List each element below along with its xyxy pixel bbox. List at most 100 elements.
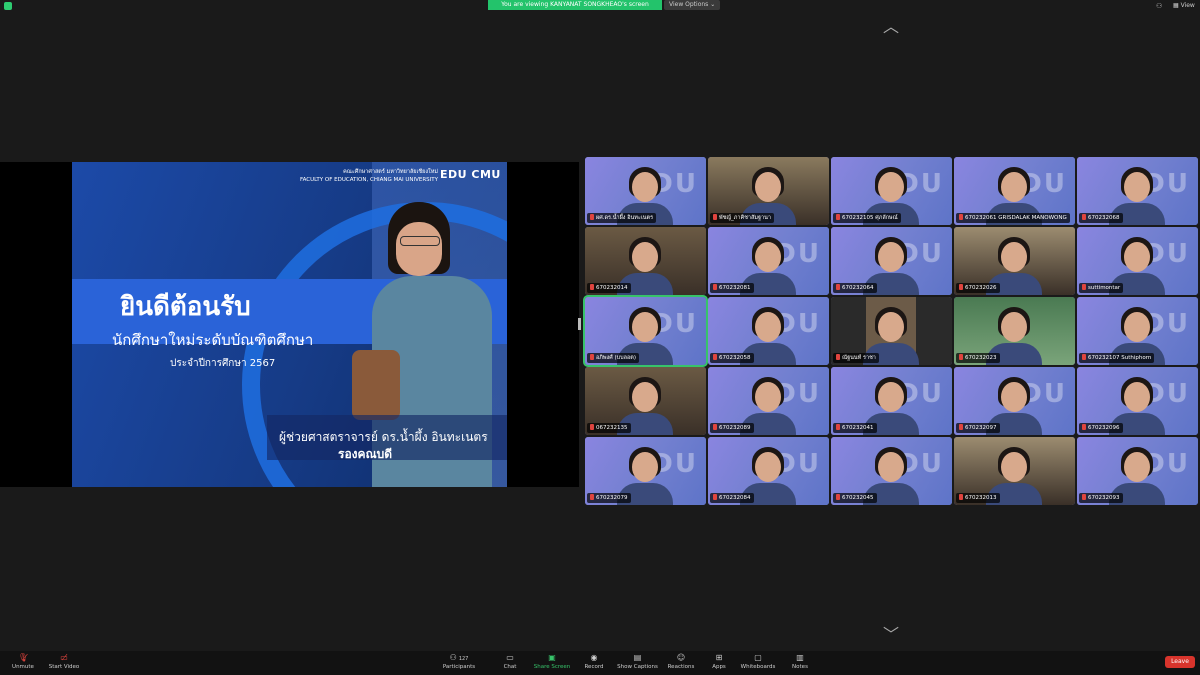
participant-name-label: 067232135 bbox=[587, 423, 631, 433]
participant-tile[interactable]: 067232135 bbox=[585, 367, 706, 435]
participant-name-label: 670232096 bbox=[1079, 423, 1123, 433]
unmute-button[interactable]: 🎙︎̸ Unmute bbox=[8, 653, 38, 671]
participant-tile[interactable]: 670232026 bbox=[954, 227, 1075, 295]
share-screen-label: Share Screen bbox=[533, 664, 571, 670]
apps-label: Apps bbox=[712, 664, 726, 670]
participant-name: 670232089 bbox=[719, 425, 751, 431]
muted-mic-icon bbox=[1082, 214, 1086, 220]
participant-tile[interactable]: EDU 670232107 Suthiphorn bbox=[1077, 297, 1198, 365]
split-divider-handle[interactable] bbox=[578, 318, 581, 330]
participant-name-label: 670232105 ศุภลักษณ์ bbox=[833, 213, 901, 223]
participant-name: 670232093 bbox=[1088, 495, 1120, 501]
participant-tile[interactable]: EDU 670232068 bbox=[1077, 157, 1198, 225]
whiteboard-icon: ▢ bbox=[754, 653, 762, 662]
muted-mic-icon bbox=[836, 284, 840, 290]
record-button[interactable]: ◉ Record bbox=[580, 653, 608, 671]
participant-name-label: 670232064 bbox=[833, 283, 877, 293]
participant-tile[interactable]: EDU 670232089 bbox=[708, 367, 829, 435]
participant-tile[interactable]: EDU 670232105 ศุภลักษณ์ bbox=[831, 157, 952, 225]
participant-name: ณัฐนนท์ ราชา bbox=[842, 355, 876, 361]
participant-name: 670232023 bbox=[965, 355, 997, 361]
video-off-icon: ▭̸ bbox=[60, 653, 68, 662]
grid-icon: ▦ bbox=[1173, 2, 1179, 9]
captions-icon: ▤ bbox=[633, 653, 642, 662]
muted-mic-icon bbox=[836, 494, 840, 500]
participant-tile[interactable]: EDU 670232096 bbox=[1077, 367, 1198, 435]
apps-icon: ⊞ bbox=[715, 653, 723, 662]
chevron-up-icon[interactable]: ︿ bbox=[883, 19, 899, 35]
muted-mic-icon bbox=[1082, 424, 1086, 430]
share-screen-button[interactable]: ▣ Share Screen bbox=[532, 653, 572, 671]
participant-name-label: 670232081 bbox=[710, 283, 754, 293]
chevron-down-icon: ⌄ bbox=[710, 1, 716, 8]
apps-button[interactable]: ⊞ Apps bbox=[708, 653, 730, 671]
participant-tile[interactable]: 670232014 bbox=[585, 227, 706, 295]
participant-name-label: 670232068 bbox=[1079, 213, 1123, 223]
participant-name-label: 670232079 bbox=[587, 493, 631, 503]
muted-mic-icon bbox=[713, 354, 717, 360]
show-captions-button[interactable]: ▤ Show Captions bbox=[615, 653, 660, 671]
muted-mic-icon bbox=[590, 354, 594, 360]
participant-name-label: ณัฐนนท์ ราชา bbox=[833, 353, 879, 363]
edu-cmu-logo: EDU CMU bbox=[440, 168, 501, 181]
participant-name-label: 670232058 bbox=[710, 353, 754, 363]
security-shield-icon[interactable] bbox=[4, 2, 12, 10]
participant-name: 670232061 GRISDALAK MANOWONG bbox=[965, 215, 1067, 221]
chevron-down-icon[interactable]: ﹀ bbox=[883, 627, 899, 643]
record-label: Record bbox=[584, 664, 604, 670]
muted-mic-icon bbox=[959, 214, 963, 220]
show-captions-label: Show Captions bbox=[617, 664, 658, 670]
screen-share-banner: You are viewing KANYANAT SONGKHEAO's scr… bbox=[488, 0, 662, 10]
participant-tile[interactable]: EDU 670232093 bbox=[1077, 437, 1198, 505]
participant-tile[interactable]: EDU 670232045 bbox=[831, 437, 952, 505]
speaker-role: รองคณบดี bbox=[338, 447, 393, 461]
participant-name-label: ผศ.ดร.น้ำผึ้ง อินทะเนตร bbox=[587, 213, 657, 223]
participant-tile[interactable]: EDU ผศ.ดร.น้ำผึ้ง อินทะเนตร bbox=[585, 157, 706, 225]
welcome-subtitle: นักศึกษาใหม่ระดับบัณฑิตศึกษา bbox=[112, 331, 314, 349]
participants-button[interactable]: ⚇ 127 Participants bbox=[440, 653, 478, 671]
participant-icon[interactable]: ⚇ bbox=[1156, 2, 1164, 10]
participant-tile[interactable]: EDU อภิพงศ์ (บบลอต) bbox=[583, 295, 708, 367]
participant-tile[interactable]: EDU 670232084 bbox=[708, 437, 829, 505]
participant-name-label: 670232084 bbox=[710, 493, 754, 503]
participant-tile[interactable]: EDU 670232064 bbox=[831, 227, 952, 295]
participant-name: 670232084 bbox=[719, 495, 751, 501]
participant-name: อภิพงศ์ (บบลอต) bbox=[596, 355, 636, 361]
notes-icon: ▥ bbox=[796, 653, 804, 662]
muted-mic-icon bbox=[713, 494, 717, 500]
participant-tile[interactable]: EDU 670232041 bbox=[831, 367, 952, 435]
participant-tile[interactable]: 670232013 bbox=[954, 437, 1075, 505]
participant-tile[interactable]: EDU 670232061 GRISDALAK MANOWONG bbox=[954, 157, 1075, 225]
view-options-button[interactable]: View Options ⌄ bbox=[664, 0, 721, 10]
participant-name: 670232081 bbox=[719, 285, 751, 291]
view-options-label: View Options bbox=[669, 1, 709, 8]
muted-mic-icon bbox=[713, 424, 717, 430]
participant-tile[interactable]: EDU 670232097 bbox=[954, 367, 1075, 435]
participants-count: 127 bbox=[458, 656, 469, 662]
start-video-button[interactable]: ▭̸ Start Video bbox=[46, 653, 82, 671]
participant-name: 670232041 bbox=[842, 425, 874, 431]
notes-button[interactable]: ▥ Notes bbox=[788, 653, 812, 671]
participant-tile[interactable]: EDU suttimontar bbox=[1077, 227, 1198, 295]
view-button[interactable]: ▦ View bbox=[1173, 1, 1195, 11]
view-label: View bbox=[1180, 2, 1195, 9]
whiteboards-label: Whiteboards bbox=[740, 664, 776, 670]
participant-tile[interactable]: EDU 670232081 bbox=[708, 227, 829, 295]
participant-tile[interactable]: พัชญ์_ภาคิชาสัมฐานา bbox=[708, 157, 829, 225]
chat-button[interactable]: ▭ Chat bbox=[498, 653, 522, 671]
participant-name: 067232135 bbox=[596, 425, 628, 431]
participant-name-label: 670232097 bbox=[956, 423, 1000, 433]
leave-button[interactable]: Leave bbox=[1165, 656, 1195, 668]
participant-name: 670232058 bbox=[719, 355, 751, 361]
participant-name-label: 670232014 bbox=[587, 283, 631, 293]
participant-name-label: 670232045 bbox=[833, 493, 877, 503]
participant-tile[interactable]: EDU 670232058 bbox=[708, 297, 829, 365]
muted-mic-icon bbox=[713, 214, 717, 220]
participant-name-label: พัชญ์_ภาคิชาสัมฐานา bbox=[710, 213, 774, 223]
participant-tile[interactable]: ณัฐนนท์ ราชา bbox=[831, 297, 952, 365]
participant-tile[interactable]: 670232023 bbox=[954, 297, 1075, 365]
whiteboards-button[interactable]: ▢ Whiteboards bbox=[740, 653, 776, 671]
faculty-name-th: คณะศึกษาศาสตร์ มหาวิทยาลัยเชียงใหม่ bbox=[343, 169, 438, 175]
participant-tile[interactable]: EDU 670232079 bbox=[585, 437, 706, 505]
reactions-button[interactable]: ☺ Reactions bbox=[664, 653, 698, 671]
